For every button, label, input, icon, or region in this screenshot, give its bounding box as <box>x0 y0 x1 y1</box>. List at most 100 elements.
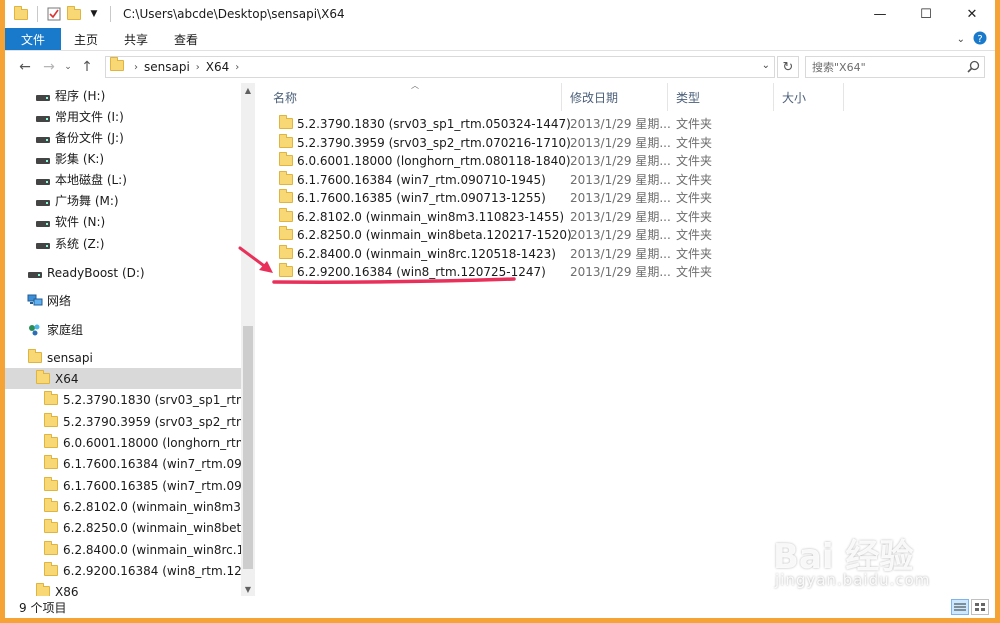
folder-icon <box>43 541 59 558</box>
nav-item-subfolder[interactable]: 5.2.3790.1830 (srv03_sp1_rtm.0503 <box>5 389 241 410</box>
tab-share[interactable]: 共享 <box>111 28 161 50</box>
refresh-button[interactable]: ↻ <box>777 56 799 78</box>
quick-access-toolbar: ▼ <box>5 0 115 28</box>
address-dropdown-icon[interactable]: ⌄ <box>762 60 770 71</box>
nav-item-subfolder[interactable]: 6.2.8102.0 (winmain_win8m3.11082 <box>5 496 241 517</box>
nav-item-network[interactable]: 网络 <box>5 290 241 311</box>
nav-item-subfolder[interactable]: 6.1.7600.16384 (win7_rtm.090710-1 <box>5 453 241 474</box>
properties-icon[interactable] <box>46 6 62 22</box>
nav-item-subfolder[interactable]: 6.2.8400.0 (winmain_win8rc.120518 <box>5 539 241 560</box>
folder-icon <box>43 413 59 430</box>
status-bar: 9 个项目 <box>5 596 995 618</box>
file-row[interactable]: 6.0.6001.18000 (longhorn_rtm.080118-1840… <box>273 151 723 170</box>
search-icon[interactable] <box>967 60 980 76</box>
folder-icon <box>43 455 59 472</box>
folder-icon <box>279 171 293 188</box>
chevron-right-icon[interactable]: › <box>196 62 200 73</box>
customize-qat-icon[interactable]: ▼ <box>86 6 102 22</box>
nav-item-x64[interactable]: X64 <box>5 368 241 389</box>
tab-view[interactable]: 查看 <box>161 28 211 50</box>
nav-item-homegroup[interactable]: 家庭组 <box>5 319 241 340</box>
drive-icon <box>27 265 43 281</box>
large-icons-view-button[interactable] <box>971 599 989 615</box>
network-icon <box>27 293 43 309</box>
nav-item-drive-n[interactable]: 软件 (N:) <box>5 211 241 232</box>
nav-item-drive-j[interactable]: 备份文件 (J:) <box>5 127 241 148</box>
recent-locations-button[interactable]: ⌄ <box>61 55 75 79</box>
column-header-size[interactable]: 大小 <box>774 83 844 111</box>
up-button[interactable]: ↑ <box>75 55 99 79</box>
nav-item-subfolder[interactable]: 5.2.3790.3959 (srv03_sp2_rtm.0702 <box>5 411 241 432</box>
nav-item-subfolder[interactable]: 6.0.6001.18000 (longhorn_rtm.0801 <box>5 432 241 453</box>
new-folder-icon[interactable] <box>66 5 82 22</box>
drive-icon <box>35 130 51 146</box>
folder-icon <box>35 583 51 596</box>
help-icon[interactable]: ? <box>973 31 987 48</box>
search-input[interactable] <box>812 60 957 74</box>
folder-app-icon <box>13 5 29 22</box>
breadcrumb-x64[interactable]: X64 <box>206 60 230 74</box>
folder-icon <box>35 370 51 387</box>
location-folder-icon <box>110 57 124 74</box>
scroll-up-icon[interactable]: ▲ <box>241 83 255 97</box>
nav-item-x86[interactable]: X86 <box>5 581 241 596</box>
drive-icon <box>35 193 51 209</box>
column-header-type[interactable]: 类型 <box>668 83 774 111</box>
drive-icon <box>35 88 51 104</box>
folder-icon <box>43 498 59 515</box>
details-view-button[interactable] <box>951 599 969 615</box>
maximize-button[interactable]: ☐ <box>903 0 949 28</box>
navigation-scrollbar[interactable]: ▲ ▼ <box>241 83 255 596</box>
column-header-date[interactable]: 修改日期 <box>562 83 668 111</box>
file-row[interactable]: 6.1.7600.16384 (win7_rtm.090710-1945) 20… <box>273 170 723 189</box>
folder-icon <box>43 562 59 579</box>
address-toolbar: ← → ⌄ ↑ › sensapi › X64 › ⌄ ↻ <box>5 52 995 82</box>
drive-icon <box>35 172 51 188</box>
file-row[interactable]: 6.1.7600.16385 (win7_rtm.090713-1255) 20… <box>273 188 723 207</box>
chevron-right-icon[interactable]: › <box>134 62 138 73</box>
folder-icon <box>279 226 293 243</box>
nav-item-subfolder[interactable]: 6.2.9200.16384 (win8_rtm.120725-1 <box>5 560 241 581</box>
folder-icon <box>279 134 293 151</box>
file-row[interactable]: 6.2.8400.0 (winmain_win8rc.120518-1423) … <box>273 244 723 263</box>
ribbon-tabs: 文件 主页 共享 查看 ⌄ ? <box>5 28 995 51</box>
address-bar[interactable]: › sensapi › X64 › ⌄ <box>105 56 775 78</box>
forward-button[interactable]: → <box>37 55 61 79</box>
chevron-right-icon[interactable]: › <box>235 62 239 73</box>
scrollbar-thumb[interactable] <box>243 326 253 569</box>
minimize-button[interactable]: — <box>857 0 903 28</box>
nav-item-subfolder[interactable]: 6.1.7600.16385 (win7_rtm.090713-1 <box>5 475 241 496</box>
file-row[interactable]: 6.2.8102.0 (winmain_win8m3.110823-1455) … <box>273 207 723 226</box>
nav-item-readyboost[interactable]: ReadyBoost (D:) <box>5 262 241 283</box>
folder-icon <box>279 189 293 206</box>
folder-icon <box>43 477 59 494</box>
navigation-pane: 程序 (H:) 常用文件 (I:) 备份文件 (J:) 影集 (K:) 本地磁盘… <box>5 83 255 596</box>
nav-item-sensapi[interactable]: sensapi <box>5 347 241 368</box>
nav-item-drive-h[interactable]: 程序 (H:) <box>5 85 241 106</box>
folder-icon <box>279 245 293 262</box>
folder-icon <box>279 152 293 169</box>
sort-ascending-icon: ︿ <box>411 81 419 90</box>
annotation-underline <box>272 277 516 284</box>
expand-ribbon-icon[interactable]: ⌄ <box>957 34 965 45</box>
nav-item-drive-l[interactable]: 本地磁盘 (L:) <box>5 169 241 190</box>
search-box[interactable] <box>805 56 985 78</box>
title-bar: ▼ C:\Users\abcde\Desktop\sensapi\X64 — ☐… <box>5 0 995 28</box>
file-row[interactable]: 6.2.8250.0 (winmain_win8beta.120217-1520… <box>273 225 723 244</box>
scroll-down-icon[interactable]: ▼ <box>241 582 255 596</box>
nav-item-drive-i[interactable]: 常用文件 (I:) <box>5 106 241 127</box>
explorer-window: ▼ C:\Users\abcde\Desktop\sensapi\X64 — ☐… <box>5 0 995 618</box>
tab-home[interactable]: 主页 <box>61 28 111 50</box>
nav-item-drive-k[interactable]: 影集 (K:) <box>5 148 241 169</box>
back-button[interactable]: ← <box>13 55 37 79</box>
drive-icon <box>35 109 51 125</box>
file-row[interactable]: 5.2.3790.3959 (srv03_sp2_rtm.070216-1710… <box>273 133 723 152</box>
close-button[interactable]: ✕ <box>949 0 995 28</box>
nav-item-subfolder[interactable]: 6.2.8250.0 (winmain_win8beta.1202 <box>5 517 241 538</box>
file-row[interactable]: 5.2.3790.1830 (srv03_sp1_rtm.050324-1447… <box>273 114 723 133</box>
folder-icon <box>43 391 59 408</box>
nav-item-drive-m[interactable]: 广场舞 (M:) <box>5 190 241 211</box>
breadcrumb-sensapi[interactable]: sensapi <box>144 60 190 74</box>
nav-item-drive-z[interactable]: 系统 (Z:) <box>5 233 241 254</box>
tab-file[interactable]: 文件 <box>5 28 62 50</box>
